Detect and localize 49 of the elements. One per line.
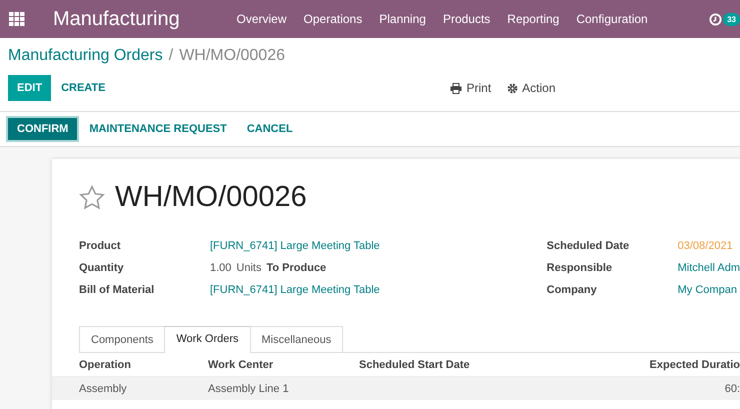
field-link[interactable]: Mitchell Adm xyxy=(678,260,740,276)
menu-item[interactable]: Planning xyxy=(370,12,434,26)
clock-icon[interactable] xyxy=(709,12,722,26)
notebook-tab[interactable]: Work Orders xyxy=(164,326,251,353)
app-name: Manufacturing xyxy=(53,8,181,30)
action-button[interactable]: Action xyxy=(507,81,556,95)
field-label: Company xyxy=(546,283,598,298)
table-cell-text: Assembly xyxy=(79,382,128,394)
apps-grid-icon[interactable] xyxy=(9,12,25,26)
field-value: 03/08/2021 xyxy=(678,239,734,254)
table-cell-text: Assembly Line 1 xyxy=(208,382,290,394)
notebook-tab[interactable]: Components xyxy=(79,326,166,352)
create-button[interactable]: CREATE xyxy=(51,77,116,99)
print-button[interactable]: Print xyxy=(450,81,492,95)
column-header: Scheduled Start Date xyxy=(359,358,471,370)
field-label: Quantity xyxy=(79,261,125,276)
menu-item[interactable]: Overview xyxy=(228,12,296,26)
field-label: Product xyxy=(79,239,122,254)
table-row[interactable]: Assembly Assembly Line 1 60: xyxy=(52,377,740,400)
field-link[interactable]: [FURN_6741] Large Meeting Table xyxy=(210,282,547,298)
gear-icon xyxy=(507,82,518,94)
notification-badge: 33 xyxy=(723,12,740,26)
breadcrumb-link[interactable]: Manufacturing Orders xyxy=(8,47,163,65)
menu-item[interactable]: Products xyxy=(434,12,499,26)
star-icon[interactable] xyxy=(79,185,105,210)
column-header: Expected Duratio xyxy=(650,358,740,370)
field-label: Responsible xyxy=(546,261,614,276)
action-link-button[interactable]: CANCEL xyxy=(236,118,303,140)
field-link[interactable]: [FURN_6741] Large Meeting Table xyxy=(210,238,547,254)
printer-icon xyxy=(450,82,462,94)
confirm-button[interactable]: CONFIRM xyxy=(8,118,78,140)
notebook-tab[interactable]: Miscellaneous xyxy=(250,326,344,352)
table-cell: 60: xyxy=(724,382,740,394)
quantity-value: 1.00 xyxy=(210,261,232,276)
action-link-button[interactable]: MAINTENANCE REQUEST xyxy=(79,118,237,140)
column-header: Work Center xyxy=(208,358,274,370)
menu-item[interactable]: Operations xyxy=(295,12,371,26)
menu-item[interactable]: Reporting xyxy=(498,12,568,26)
field-label: Bill of Material xyxy=(79,283,156,298)
field-label: Scheduled Date xyxy=(546,239,630,254)
breadcrumb-current: WH/MO/00026 xyxy=(179,47,285,65)
record-title: WH/MO/00026 xyxy=(115,181,307,214)
menu-item[interactable]: Configuration xyxy=(568,12,656,26)
column-header: Operation xyxy=(79,358,132,370)
unit-value: Units xyxy=(236,261,262,276)
edit-button[interactable]: EDIT xyxy=(8,75,52,101)
breadcrumb-separator: / xyxy=(168,47,174,65)
field-link[interactable]: My Compan xyxy=(678,282,740,298)
field-label: To Produce xyxy=(266,261,326,276)
